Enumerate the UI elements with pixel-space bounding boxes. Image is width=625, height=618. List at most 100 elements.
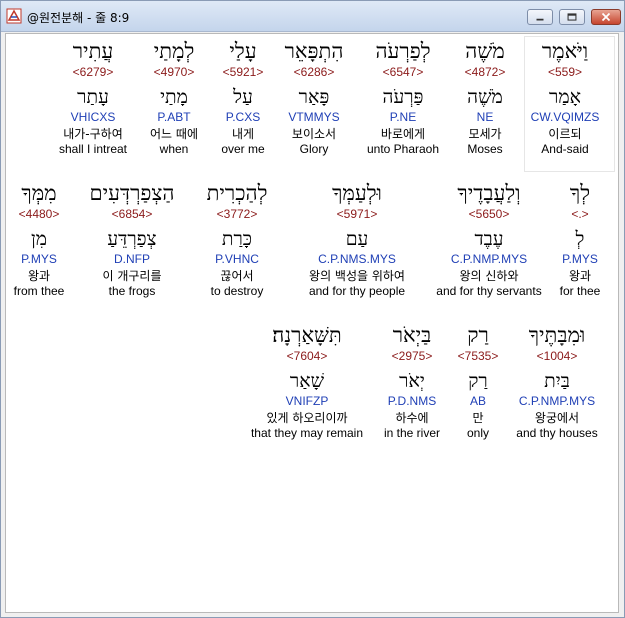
root-word: בַּיִת (544, 370, 570, 392)
strong-number[interactable]: <5650> (436, 207, 541, 221)
korean-gloss: 하수에 (395, 411, 429, 425)
word-card[interactable]: עָלַי <5921> עַל P.CXS 내게 over me (221, 38, 264, 156)
strong-number[interactable]: <5971> (309, 207, 405, 221)
strong-number[interactable]: <7535> (458, 349, 499, 363)
hebrew-word: לְמָתַי (153, 39, 195, 63)
root-word: צְפַרְדֵּעַ (107, 228, 157, 250)
parse-code: D.NFP (114, 252, 150, 266)
word-card[interactable]: וּמִבָּתֶּיךָ <1004> בַּיִת C.P.NMP.MYS … (516, 322, 597, 440)
hebrew-word: הַצְפַרְדְּעִים (89, 181, 175, 205)
hebrew-word: מִמְּךָ (21, 181, 57, 205)
client-area: עֲתִיר <6279> עָתַר VHICXS 내가-구하여 shall … (5, 33, 619, 613)
word-card[interactable]: הִתְפָּאֵר <6286> פָּאַר VTMMYS 보이소서 Glo… (285, 38, 344, 156)
app-logo-icon (6, 8, 22, 24)
english-gloss: for thee (559, 284, 601, 298)
english-gloss: Moses (467, 142, 503, 156)
root-word: יְאֹר (399, 370, 425, 392)
word-card[interactable]: וּלְעַמְּךָ <5971> עַם C.P.NMS.MYS 왕의 백성… (309, 180, 405, 298)
parse-code: P.CXS (225, 110, 261, 124)
strong-number[interactable]: <559> (531, 65, 600, 79)
korean-gloss: 왕궁에서 (534, 411, 580, 425)
root-word: פַּרְעֹה (382, 86, 424, 108)
hebrew-word: הִתְפָּאֵר (284, 39, 344, 63)
hebrew-word: לְפַרְעֹה (375, 39, 431, 63)
strong-number[interactable]: <6547> (367, 65, 439, 79)
root-word: פָּאַר (298, 86, 330, 108)
korean-gloss: 보이소서 (291, 127, 337, 141)
hebrew-word: לְהַכְרִית (206, 181, 268, 205)
root-word: עַל (233, 86, 253, 108)
parse-code: P.MYS (562, 252, 598, 266)
close-button[interactable] (591, 9, 621, 25)
korean-gloss: 끊어서 (220, 269, 254, 283)
hebrew-word: וּמִבָּתֶּיךָ (528, 323, 586, 347)
strong-number[interactable]: <7604> (251, 349, 363, 363)
root-word: מֹשֶׁה (467, 86, 503, 108)
parse-code: VHICXS (70, 110, 116, 124)
strong-number[interactable]: <2975> (384, 349, 440, 363)
strong-number[interactable]: <1004> (516, 349, 597, 363)
word-card[interactable]: תִּשָּׁאַרְנָה׃ <7604> שָׁאַר VNIFZP 있게 … (251, 322, 363, 440)
word-card[interactable]: מִמְּךָ <4480> מִן P.MYS 왕과 from thee (14, 180, 65, 298)
root-word: עָתַר (77, 86, 109, 108)
root-word: לְ (575, 228, 585, 250)
hebrew-word: עָלַי (229, 39, 257, 63)
parsing-pane[interactable]: עֲתִיר <6279> עָתַר VHICXS 내가-구하여 shall … (5, 33, 619, 613)
strong-number[interactable]: <4872> (465, 65, 506, 79)
parse-code: P.D.NMS (387, 394, 437, 408)
english-gloss: that they may remain (250, 426, 364, 440)
strong-number[interactable]: <6854> (90, 207, 175, 221)
title-bar[interactable]: @원전분해 - 줄 8:9 (1, 1, 624, 32)
word-card[interactable]: הַצְפַרְדְּעִים <6854> צְפַרְדֵּעַ D.NFP… (90, 180, 175, 298)
word-card-selected[interactable]: וַיֹּאמֶר <559> אָמַר CW.VQIMZS 이르되 And-… (530, 38, 600, 156)
parse-code: C.P.NMS.MYS (318, 252, 396, 266)
word-card[interactable]: לְמָתַי <4970> מָתַי P.ABT 어느 때에 when (150, 38, 198, 156)
maximize-button[interactable] (559, 9, 585, 25)
word-card[interactable]: עֲתִיר <6279> עָתַר VHICXS 내가-구하여 shall … (59, 38, 127, 156)
word-card[interactable]: לְךָ <.> לְ P.MYS 왕과 for thee (560, 180, 601, 298)
app-window: @원전분해 - 줄 8:9 עֲתִיר <6279> עָתַר VHICXS… (0, 0, 625, 618)
english-gloss: and thy houses (516, 426, 598, 440)
korean-gloss: 왕의 신하와 (459, 269, 519, 283)
english-gloss: and for thy servants (436, 284, 542, 298)
word-card[interactable]: מֹשֶׁה <4872> מֹשֶׁה NE 모세가 Moses (465, 38, 506, 156)
word-card[interactable]: לְהַכְרִית <3772> כָּרַת P.VHNC 끊어서 to d… (207, 180, 268, 298)
english-gloss: in the river (383, 426, 441, 440)
korean-gloss: 내가-구하여 (63, 127, 123, 141)
korean-gloss: 이 개구리를 (102, 269, 162, 283)
korean-gloss: 만 (472, 411, 484, 425)
minimize-button[interactable] (527, 9, 553, 25)
parse-code: P.ABT (157, 110, 191, 124)
english-gloss: over me (221, 142, 265, 156)
english-gloss: and for thy people (308, 284, 406, 298)
english-gloss: to destroy (210, 284, 264, 298)
strong-number[interactable]: <.> (560, 207, 601, 221)
strong-number[interactable]: <4970> (150, 65, 198, 79)
word-card[interactable]: רַק <7535> רַק AB 만 only (458, 322, 499, 440)
korean-gloss: 내게 (231, 127, 255, 141)
strong-number[interactable]: <3772> (207, 207, 268, 221)
word-card[interactable]: וְלַעֲבָדֶיךָ <5650> עֶבֶד C.P.NMP.MYS 왕… (436, 180, 541, 298)
english-gloss: from thee (13, 284, 65, 298)
strong-number[interactable]: <5921> (221, 65, 264, 79)
root-word: עֶבֶד (474, 228, 504, 250)
parse-code: VTMMYS (288, 110, 340, 124)
korean-gloss: 어느 때에 (150, 127, 198, 141)
parse-code: P.VHNC (215, 252, 259, 266)
strong-number[interactable]: <6279> (59, 65, 127, 79)
hebrew-word: עֲתִיר (72, 39, 114, 63)
parse-code: C.P.NMP.MYS (450, 252, 528, 266)
english-gloss: unto Pharaoh (366, 142, 440, 156)
strong-number[interactable]: <6286> (285, 65, 344, 79)
english-gloss: shall I intreat (58, 142, 128, 156)
root-word: רַק (468, 370, 488, 392)
parse-code: P.NE (389, 110, 417, 124)
strong-number[interactable]: <4480> (14, 207, 65, 221)
word-card[interactable]: בַּיְאֹר <2975> יְאֹר P.D.NMS 하수에 in the… (384, 322, 440, 440)
korean-gloss: 바로에게 (380, 127, 426, 141)
korean-gloss: 이르되 (548, 127, 582, 141)
hebrew-word: רַק (467, 323, 489, 347)
word-card[interactable]: לְפַרְעֹה <6547> פַּרְעֹה P.NE 바로에게 unto… (367, 38, 439, 156)
hebrew-word: וּלְעַמְּךָ (332, 181, 382, 205)
english-gloss: when (159, 142, 189, 156)
